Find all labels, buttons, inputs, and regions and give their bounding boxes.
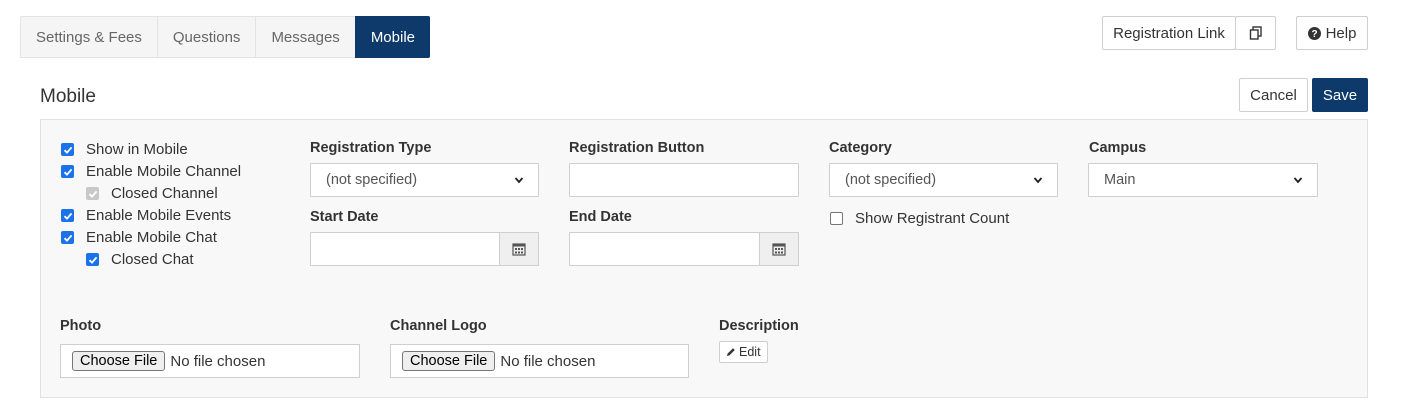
checkbox-enable-mobile-events[interactable]: Enable Mobile Events [61,207,231,224]
edit-label: Edit [739,345,761,359]
file-status: No file chosen [170,352,266,370]
start-date-input[interactable] [310,232,501,266]
tab-mobile[interactable]: Mobile [354,16,430,58]
category-label: Category [829,140,892,156]
checkbox-label: Closed Channel [111,185,218,202]
checkbox-enable-mobile-chat[interactable]: Enable Mobile Chat [61,229,217,246]
mobile-settings-panel: Show in Mobile Enable Mobile Channel Clo… [40,119,1368,398]
save-button[interactable]: Save [1312,78,1368,112]
campus-select[interactable]: Main [1088,163,1318,197]
pencil-icon [727,348,735,356]
checkbox-label: Closed Chat [111,251,194,268]
copy-link-button[interactable] [1235,16,1276,50]
end-date-input[interactable] [569,232,761,266]
checkbox-label: Show in Mobile [86,141,188,158]
registration-button-input[interactable] [569,163,799,197]
checkbox-enable-mobile-channel[interactable]: Enable Mobile Channel [61,163,241,180]
photo-file-input[interactable]: Choose File No file chosen [60,344,360,378]
start-date-label: Start Date [310,209,379,225]
question-circle-icon: ? [1307,26,1321,40]
channel-logo-file-input[interactable]: Choose File No file chosen [390,344,689,378]
registration-type-value: (not specified) [326,172,418,188]
category-select[interactable]: (not specified) [829,163,1058,197]
checkbox-checked-icon[interactable] [86,253,99,266]
checkbox-show-registrant-count[interactable]: Show Registrant Count [830,210,1009,227]
checkbox-label: Enable Mobile Chat [86,229,217,246]
choose-file-button[interactable]: Choose File [72,351,166,371]
checkbox-checked-icon[interactable] [61,143,74,156]
description-edit-button[interactable]: Edit [719,341,768,363]
checkbox-label: Show Registrant Count [855,210,1010,227]
checkbox-show-in-mobile[interactable]: Show in Mobile [61,141,188,158]
tab-bar: Settings & Fees Questions Messages Mobil… [20,16,430,58]
end-date-label: End Date [569,209,632,225]
category-value: (not specified) [845,172,937,188]
chevron-down-icon [514,177,524,184]
copy-icon [1249,26,1262,40]
tab-questions[interactable]: Questions [156,16,256,58]
tab-settings-fees[interactable]: Settings & Fees [20,16,157,58]
description-label: Description [719,318,799,334]
checkbox-label: Enable Mobile Events [86,207,232,224]
choose-file-button[interactable]: Choose File [402,351,496,371]
registration-type-label: Registration Type [310,140,432,156]
checkbox-checked-icon[interactable] [61,231,74,244]
checkbox-closed-chat[interactable]: Closed Chat [86,251,194,268]
campus-label: Campus [1089,140,1147,156]
chevron-down-icon [1293,177,1303,184]
calendar-icon [772,243,786,256]
calendar-icon [512,243,526,256]
start-date-calendar-button[interactable] [499,232,539,266]
help-button[interactable]: ? Help [1296,16,1368,50]
help-label: Help [1325,24,1357,42]
end-date-calendar-button[interactable] [759,232,799,266]
registration-button-label: Registration Button [569,140,705,156]
checkbox-label: Enable Mobile Channel [86,163,242,180]
checkbox-unchecked-icon[interactable] [830,212,843,225]
campus-value: Main [1104,172,1136,188]
checkbox-disabled-icon [86,187,99,200]
tab-messages[interactable]: Messages [255,16,355,58]
svg-text:?: ? [1311,29,1317,40]
channel-logo-label: Channel Logo [390,318,487,334]
photo-label: Photo [60,318,102,334]
file-status: No file chosen [500,352,596,370]
checkbox-checked-icon[interactable] [61,209,74,222]
cancel-button[interactable]: Cancel [1239,78,1308,112]
page-title: Mobile [40,86,96,107]
checkbox-closed-channel: Closed Channel [86,185,218,202]
chevron-down-icon [1033,177,1043,184]
registration-link-button[interactable]: Registration Link [1102,16,1236,50]
registration-type-select[interactable]: (not specified) [310,163,539,197]
checkbox-checked-icon[interactable] [61,165,74,178]
